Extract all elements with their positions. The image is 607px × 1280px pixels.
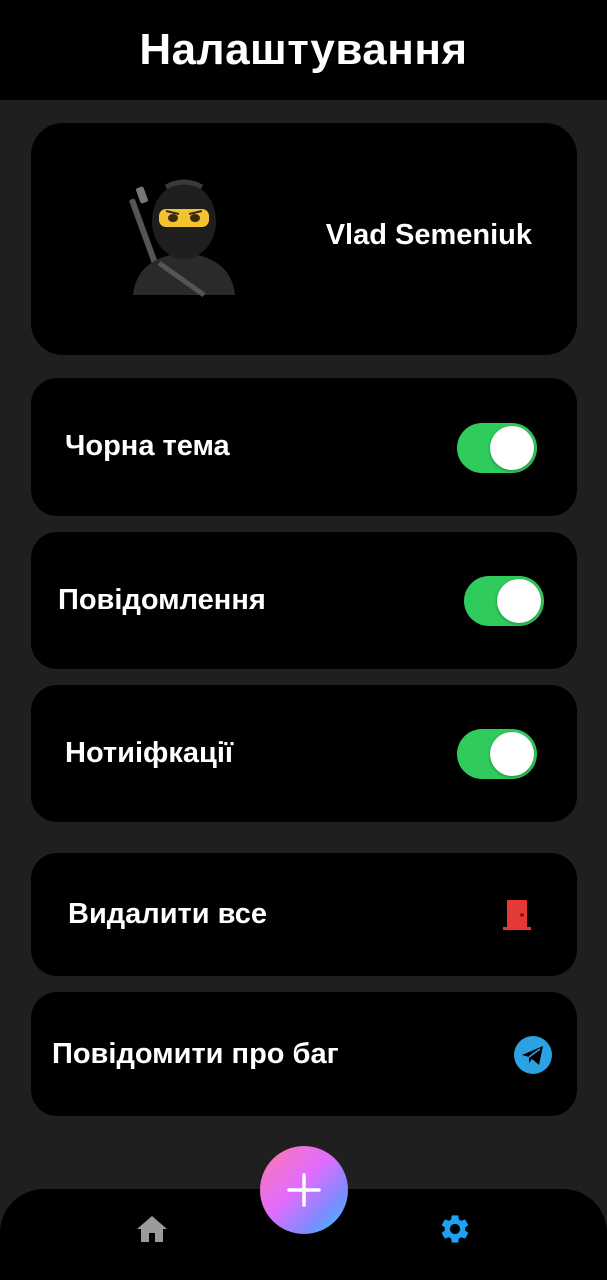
door-icon	[503, 900, 531, 930]
telegram-icon	[514, 1036, 552, 1074]
notifications-toggle[interactable]	[457, 729, 537, 779]
toggle-knob	[490, 732, 534, 776]
setting-messages: Повідомлення	[31, 532, 577, 669]
add-button[interactable]	[260, 1146, 348, 1234]
ninja-avatar-icon	[129, 179, 235, 298]
delete-all-label: Видалити все	[68, 898, 268, 930]
gear-icon[interactable]	[438, 1212, 472, 1246]
setting-dark-theme: Чорна тема	[31, 378, 577, 516]
page-header: Налаштування	[0, 0, 607, 100]
report-bug-button[interactable]: Повідомити про баг	[31, 992, 577, 1116]
setting-label-messages: Повідомлення	[58, 584, 266, 616]
dark-theme-toggle[interactable]	[457, 423, 537, 473]
profile-name: Vlad Semeniuk	[325, 219, 532, 251]
report-bug-label: Повідомити про баг	[52, 1038, 339, 1070]
home-icon[interactable]	[135, 1213, 169, 1245]
setting-notifications: Нотиіфкації	[31, 685, 577, 822]
toggle-knob	[490, 426, 534, 470]
page-title: Налаштування	[139, 25, 468, 74]
toggle-knob	[497, 579, 541, 623]
setting-label-notifications: Нотиіфкації	[65, 737, 234, 769]
delete-all-button[interactable]: Видалити все	[31, 853, 577, 976]
plus-icon	[287, 1173, 321, 1207]
profile-card[interactable]: Vlad Semeniuk	[31, 123, 577, 355]
setting-label-dark-theme: Чорна тема	[65, 430, 230, 462]
messages-toggle[interactable]	[464, 576, 544, 626]
